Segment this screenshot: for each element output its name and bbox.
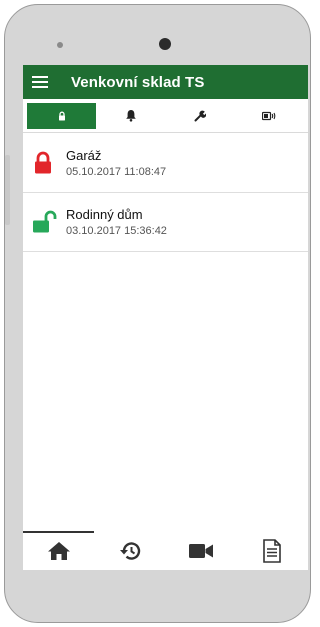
lock-icon (58, 111, 65, 120)
phone-sensor (57, 42, 63, 48)
active-indicator (23, 531, 94, 533)
app-title: Venkovní sklad TS (71, 73, 205, 91)
tab-bar (23, 99, 308, 133)
menu-icon[interactable] (32, 76, 48, 88)
list-item[interactable]: Garáž 05.10.2017 11:08:47 (23, 134, 308, 193)
item-icon-wrap (23, 134, 68, 192)
lock-list: Garáž 05.10.2017 11:08:47 Rodinný dům 03… (23, 134, 308, 252)
document-icon (263, 538, 282, 563)
tab-settings[interactable] (166, 103, 235, 129)
item-timestamp: 05.10.2017 11:08:47 (66, 165, 167, 178)
side-button (5, 155, 10, 225)
app-screen: Venkovní sklad TS Garáž 05.10.2017 11:08… (23, 65, 308, 570)
nav-camera[interactable] (166, 531, 237, 570)
nav-documents[interactable] (237, 531, 308, 570)
history-icon (119, 541, 141, 560)
battery-icon (262, 111, 276, 120)
locked-icon (35, 151, 51, 174)
tab-battery[interactable] (235, 103, 304, 129)
item-text: Garáž 05.10.2017 11:08:47 (66, 148, 166, 179)
item-name: Garáž (66, 147, 102, 163)
phone-frame: Venkovní sklad TS Garáž 05.10.2017 11:08… (4, 4, 311, 623)
tab-alarms[interactable] (96, 103, 165, 129)
app-bar: Venkovní sklad TS (23, 65, 308, 99)
home-icon (47, 541, 70, 560)
list-item[interactable]: Rodinný dům 03.10.2017 15:36:42 (23, 193, 308, 252)
item-name: Rodinný dům (66, 206, 143, 222)
wrench-icon (194, 110, 207, 121)
item-timestamp: 03.10.2017 15:36:42 (66, 224, 167, 237)
item-icon-wrap (23, 193, 68, 251)
tab-locks[interactable] (27, 102, 97, 129)
item-text: Rodinný dům 03.10.2017 15:36:42 (66, 207, 167, 238)
unlocked-icon (33, 210, 57, 233)
video-camera-icon (189, 543, 214, 558)
bell-icon (126, 110, 136, 122)
phone-camera (159, 38, 171, 50)
bottom-nav (23, 531, 308, 570)
nav-home[interactable] (23, 531, 94, 570)
nav-history[interactable] (94, 531, 165, 570)
